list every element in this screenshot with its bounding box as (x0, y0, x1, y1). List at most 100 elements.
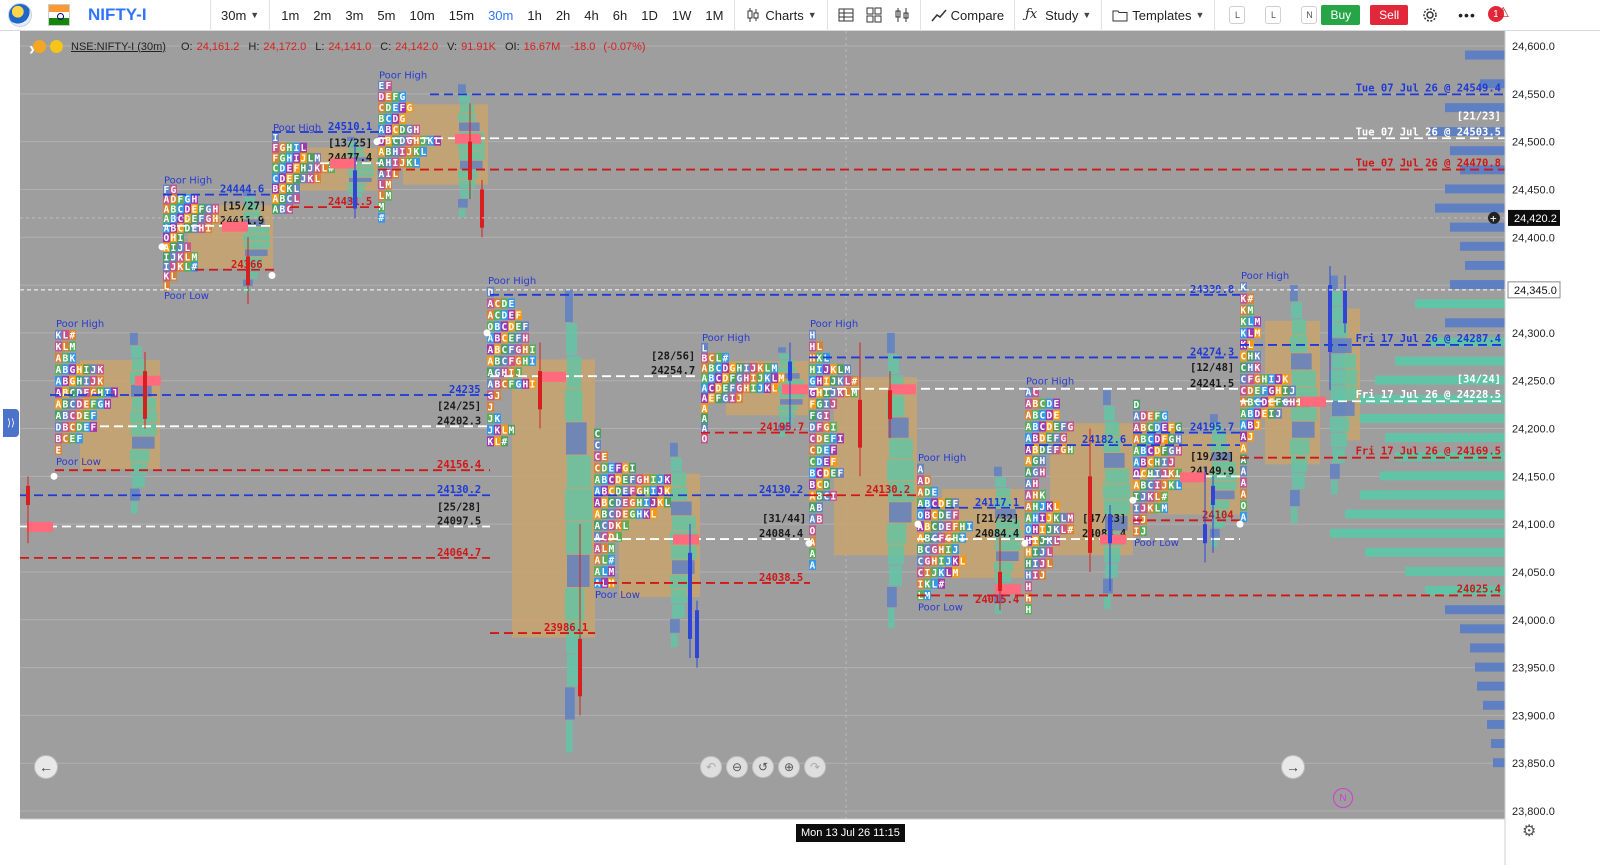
layout-button[interactable] (860, 0, 888, 31)
tpo-letter: F (953, 522, 959, 533)
tpo-letter: D (1134, 400, 1140, 411)
tpo-letter: M (1068, 513, 1074, 524)
interval-1M[interactable]: 1M (698, 0, 730, 31)
reset-zoom-button[interactable]: ↺ (752, 756, 774, 778)
l-toggle-2[interactable]: L (1265, 6, 1282, 24)
charts-button[interactable]: Charts ▼ (739, 0, 822, 31)
interval-10m[interactable]: 10m (402, 0, 441, 31)
session-profile-bar (780, 399, 803, 405)
legend-symbol[interactable]: NSE:NIFTY-I (30m) (71, 41, 166, 53)
tpo-letter: A (488, 356, 494, 367)
tpo-letter: B (63, 376, 69, 387)
session-profile-bar (1331, 479, 1338, 495)
session-profile-bar (1332, 401, 1355, 416)
price-axis-tick: 24,150.0 (1512, 471, 1555, 483)
sell-button[interactable]: Sell (1370, 5, 1409, 25)
compare-button-label: Compare (950, 7, 1005, 23)
interval-1m[interactable]: 1m (274, 0, 306, 31)
tpo-letter: J (946, 556, 952, 567)
n-badge[interactable]: N (1333, 788, 1353, 808)
settings-button[interactable] (1416, 0, 1444, 31)
interval-2h[interactable]: 2h (549, 0, 577, 31)
zoom-out-button[interactable]: ⊖ (726, 756, 748, 778)
tpo-letter: K (1283, 375, 1289, 386)
undo-button[interactable]: ↶ (700, 756, 722, 778)
tpo-letter: D (400, 125, 406, 136)
tpo-letter: O (1241, 501, 1247, 512)
tpo-letter: D (824, 480, 830, 491)
interval-15m[interactable]: 15m (442, 0, 481, 31)
right-level-label: 24025.4 (1457, 583, 1501, 595)
tpo-letter: # (939, 579, 945, 590)
undo-icon: ↶ (705, 760, 717, 774)
session-profile-bar (1291, 302, 1303, 319)
tpo-letter: B (810, 480, 816, 491)
tpo-letter: G (817, 411, 823, 422)
tpo-letter: K (1047, 536, 1053, 547)
scroll-left-button[interactable]: ← (34, 755, 58, 779)
tpo-letter: I (946, 545, 952, 556)
session-profile-bar (889, 438, 913, 459)
price-axis-tick: 23,850.0 (1512, 758, 1555, 770)
chart-canvas[interactable]: Poor HighK L #K L MA B KA B G H I J KA B G H I J KA B C D F G H I… (0, 31, 1600, 865)
compare-button[interactable]: Compare (925, 0, 1010, 31)
symbol-name[interactable]: NIFTY-I (88, 5, 206, 25)
n-toggle[interactable]: N (1301, 6, 1318, 24)
price-axis-tick: 24,100.0 (1512, 519, 1555, 531)
interval-1W[interactable]: 1W (665, 0, 699, 31)
interval-2m[interactable]: 2m (306, 0, 338, 31)
reset-icon: ↺ (757, 760, 769, 774)
tpo-letter: B (386, 125, 392, 136)
tpo-letter: C (595, 452, 601, 463)
session-profile-bar (670, 575, 690, 589)
tpo-letter: L (1155, 492, 1161, 503)
session-profile-bar (131, 345, 143, 358)
poor-extreme-label: Poor High (702, 333, 750, 344)
tpo-letter: L (845, 376, 851, 387)
tpo-letter: F (91, 411, 97, 422)
tpo-letter: A (1026, 491, 1032, 502)
tpo-letter: A (595, 498, 601, 509)
tpo-letter: B (1033, 411, 1039, 422)
session-profile-bar (1292, 319, 1307, 336)
tpo-letter: C (925, 545, 931, 556)
l-toggle-1[interactable]: L (1229, 6, 1246, 24)
interval-4h[interactable]: 4h (577, 0, 605, 31)
interval-30m[interactable]: 30m (481, 0, 520, 31)
interval-5m[interactable]: 5m (370, 0, 402, 31)
templates-button[interactable]: Templates ▼ (1106, 0, 1210, 31)
tpo-letter: C (932, 522, 938, 533)
tpo-letter: E (602, 452, 608, 463)
broker-logo-icon[interactable] (8, 3, 32, 27)
tpo-letter: H (98, 388, 104, 399)
chart-area[interactable]: Poor High K L # K L M A B K A B G H I J K A B G H I J K A B C D F G H I… (0, 31, 1600, 865)
more-button[interactable]: ••• (1452, 0, 1482, 31)
tpo-letter: C (386, 114, 392, 125)
interval-dropdown[interactable]: 30m ▼ (215, 0, 265, 31)
tpo-letter: F (84, 388, 90, 399)
interval-6h[interactable]: 6h (606, 0, 634, 31)
level-value-label: 24130.2 (437, 484, 481, 496)
interval-1h[interactable]: 1h (520, 0, 548, 31)
left-panel-toggle[interactable]: ⟩⟩ (3, 409, 19, 437)
tpo-letter: B (63, 365, 69, 376)
chart-settings-gear-icon[interactable]: ⚙ (1522, 821, 1536, 841)
redo-button[interactable]: ↷ (804, 756, 826, 778)
redo-icon: ↷ (809, 760, 821, 774)
tpo-letter: G (723, 394, 729, 405)
indicators-button[interactable] (888, 0, 916, 31)
tpo-letter: E (509, 310, 515, 321)
session-profile-bar (1331, 291, 1343, 306)
study-button[interactable]: ƒx Study ▼ (1019, 0, 1097, 31)
tpo-letter: I (1155, 469, 1161, 480)
scroll-right-button[interactable]: → (1281, 755, 1305, 779)
indicator-table-button[interactable] (832, 0, 860, 31)
volume-profile-bar (1460, 624, 1505, 634)
buy-button[interactable]: Buy (1321, 5, 1361, 25)
zoom-in-button[interactable]: ⊕ (778, 756, 800, 778)
interval-3m[interactable]: 3m (338, 0, 370, 31)
alert-badge[interactable]: 1 ⚠ (1487, 4, 1510, 26)
interval-1D[interactable]: 1D (634, 0, 665, 31)
tpo-letter: B (602, 509, 608, 520)
templates-button-label: Templates (1132, 7, 1192, 23)
